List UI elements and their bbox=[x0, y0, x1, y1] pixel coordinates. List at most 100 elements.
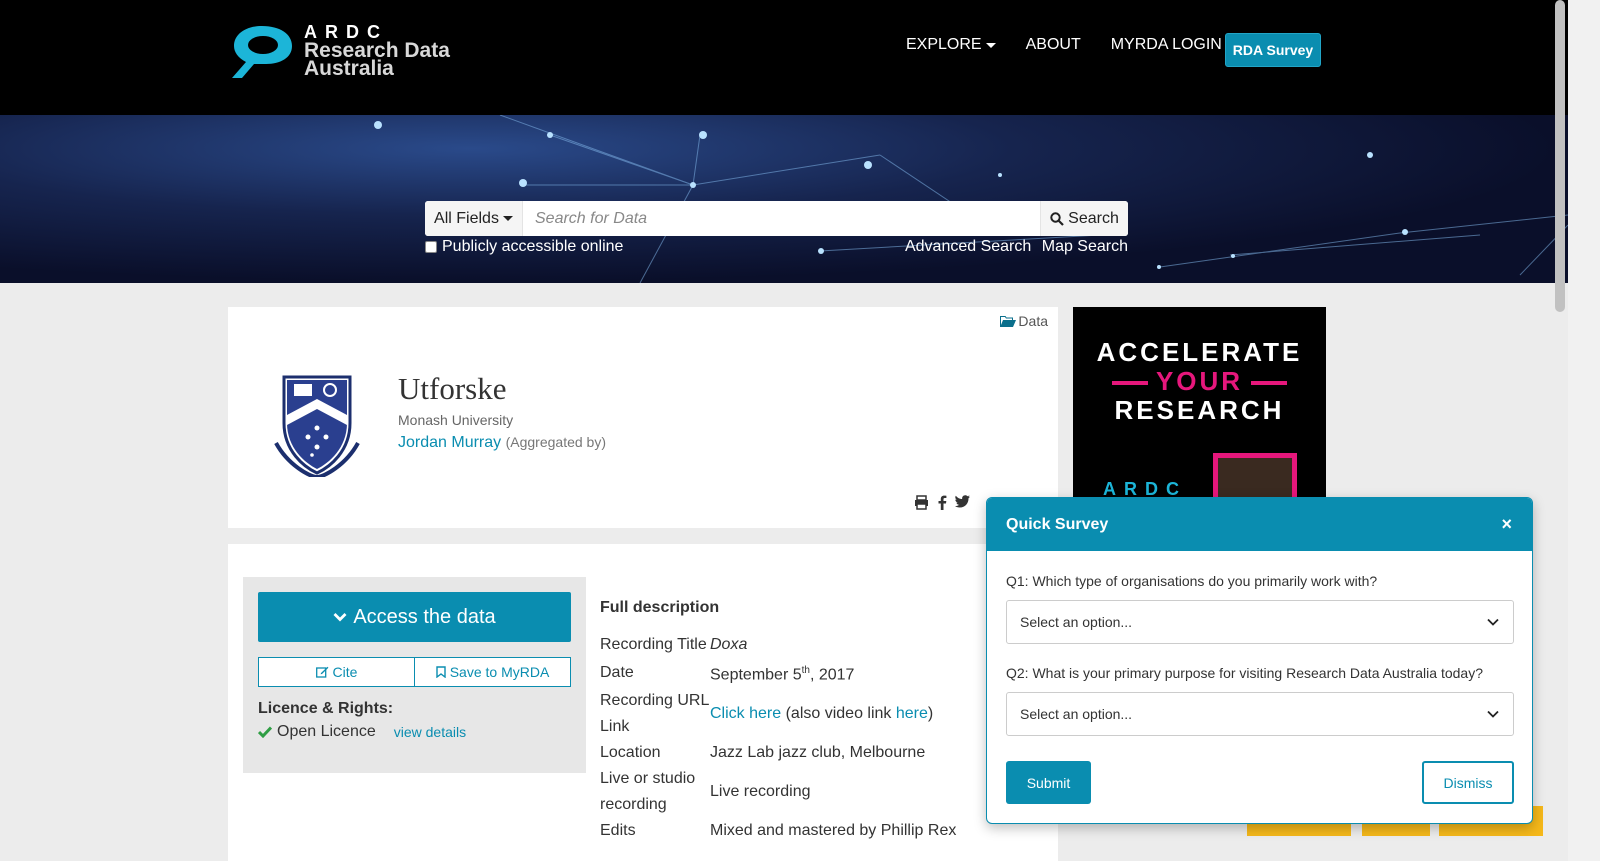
nav-myrda-login[interactable]: MYRDA LOGIN bbox=[1111, 36, 1222, 54]
logo-line-2: Australia bbox=[304, 57, 394, 80]
desc-label-line-1: Live or studio bbox=[600, 770, 696, 788]
record-type-label: Data bbox=[1018, 313, 1048, 329]
date-suffix: th bbox=[801, 665, 810, 676]
view-details-link[interactable]: view details bbox=[394, 724, 466, 740]
survey-dismiss-button[interactable]: Dismiss bbox=[1422, 761, 1514, 804]
contributor-link[interactable]: Jordan Murray bbox=[398, 434, 501, 451]
monash-crest-logo-icon bbox=[274, 375, 360, 477]
desc-value: Doxa bbox=[710, 636, 748, 653]
edit-icon bbox=[315, 666, 328, 678]
save-label: Save to MyRDA bbox=[449, 664, 550, 680]
desc-value: Mixed and mastered by Phillip Rex bbox=[710, 822, 957, 840]
desc-label: Recording Title bbox=[600, 636, 707, 653]
access-data-button[interactable]: Access the data bbox=[258, 592, 571, 642]
public-access-option[interactable]: Publicly accessible online bbox=[425, 238, 623, 256]
survey-q2-select[interactable]: Select an option... bbox=[1006, 692, 1514, 736]
cite-save-buttons: Cite Save to MyRDA bbox=[258, 657, 571, 687]
survey-q1-label: Q1: Which type of organisations do you p… bbox=[1006, 573, 1378, 589]
scrollbar-thumb[interactable] bbox=[1555, 0, 1565, 312]
access-panel: Access the data Cite Save to MyRDA Licen… bbox=[243, 577, 586, 773]
ad-line-3: RESEARCH bbox=[1114, 395, 1285, 425]
description-heading: Full description bbox=[600, 599, 720, 616]
desc-label-line-2: Link bbox=[600, 718, 630, 736]
survey-title: Quick Survey bbox=[1006, 515, 1109, 533]
search-links: Advanced Search Map Search bbox=[905, 238, 1128, 256]
rda-logo-mark-icon bbox=[232, 26, 292, 78]
quick-survey-modal: Quick Survey × Q1: Which type of organis… bbox=[986, 497, 1533, 824]
video-link[interactable]: here bbox=[896, 705, 928, 722]
desc-label: Edits bbox=[600, 822, 636, 840]
nav-about[interactable]: ABOUT bbox=[1026, 36, 1081, 54]
facebook-icon[interactable] bbox=[937, 495, 947, 510]
licence-row: Open Licence view details bbox=[258, 723, 466, 741]
bookmark-icon bbox=[436, 666, 446, 678]
public-access-label: Publicly accessible online bbox=[442, 238, 624, 255]
licence-heading: Licence & Rights: bbox=[258, 700, 394, 717]
desc-row: Live or studio recording Live recording bbox=[600, 766, 956, 818]
cite-button[interactable]: Cite bbox=[258, 657, 415, 687]
recording-url-link[interactable]: Click here bbox=[710, 705, 781, 722]
search-input[interactable] bbox=[523, 201, 1040, 236]
field-select-dropdown[interactable]: All Fields bbox=[425, 201, 523, 236]
desc-row: Location Jazz Lab jazz club, Melbourne bbox=[600, 740, 956, 766]
chevron-down-icon bbox=[1487, 618, 1499, 626]
nav-about-label: ABOUT bbox=[1025, 36, 1081, 53]
caret-down-icon bbox=[985, 42, 996, 48]
close-icon[interactable]: × bbox=[1501, 514, 1512, 535]
nav-explore-label: EXPLORE bbox=[906, 36, 982, 53]
record-type-tag: Data bbox=[1000, 313, 1048, 329]
save-to-myrda-button[interactable]: Save to MyRDA bbox=[415, 657, 571, 687]
search-bar: All Fields Search bbox=[425, 201, 1128, 236]
desc-label: Live or studio recording bbox=[600, 766, 710, 818]
rda-logo[interactable]: ARDC Research Data Australia bbox=[232, 22, 472, 82]
date-year: , 2017 bbox=[809, 666, 855, 684]
video-link-prefix: (also video link bbox=[781, 705, 896, 723]
chevron-down-icon bbox=[1487, 710, 1499, 718]
search-button-label: Search bbox=[1068, 209, 1119, 227]
chevron-down-icon bbox=[333, 613, 347, 622]
search-options: Publicly accessible online Advanced Sear… bbox=[425, 238, 1128, 256]
survey-q1-select[interactable]: Select an option... bbox=[1006, 600, 1514, 644]
main-nav: EXPLORE ABOUT MYRDA LOGIN bbox=[906, 36, 1252, 54]
q2-selected-value: Select an option... bbox=[1020, 706, 1133, 722]
desc-label: Date bbox=[600, 664, 634, 682]
ad-brand: ARDC bbox=[1103, 479, 1187, 497]
cite-label: Cite bbox=[332, 664, 358, 680]
caret-down-icon bbox=[502, 216, 513, 221]
access-data-label: Access the data bbox=[353, 605, 496, 628]
page-scrollbar[interactable] bbox=[1568, 0, 1600, 861]
public-access-checkbox[interactable] bbox=[425, 241, 437, 253]
twitter-icon[interactable] bbox=[955, 495, 970, 508]
top-navbar: ARDC Research Data Australia EXPLORE ABO… bbox=[0, 0, 1568, 115]
hero-banner bbox=[0, 115, 1568, 283]
nav-login-label: MYRDA LOGIN bbox=[1110, 36, 1222, 53]
checkmark-icon bbox=[258, 726, 272, 738]
record-title: Utforske bbox=[398, 371, 507, 406]
desc-label: Location bbox=[600, 744, 661, 762]
ad-line-1: ACCELERATE bbox=[1096, 337, 1303, 367]
survey-submit-button[interactable]: Submit bbox=[1006, 761, 1091, 804]
survey-header: Quick Survey × bbox=[987, 498, 1532, 551]
field-select-label: All Fields bbox=[434, 209, 499, 227]
desc-value: Click here (also video link here) bbox=[710, 701, 933, 727]
desc-value: September 5th, 2017 bbox=[710, 658, 854, 688]
desc-label-line-1: Recording URL bbox=[600, 692, 710, 710]
desc-value: Live recording bbox=[710, 783, 811, 801]
desc-row: Edits Mixed and mastered by Phillip Rex bbox=[600, 818, 956, 844]
logo-wordmark: Research Data Australia bbox=[304, 40, 450, 80]
print-icon[interactable] bbox=[914, 495, 929, 510]
search-button[interactable]: Search bbox=[1040, 201, 1128, 236]
date-day: September 5 bbox=[710, 666, 802, 684]
desc-label: Recording URL Link bbox=[600, 688, 710, 740]
map-search-link[interactable]: Map Search bbox=[1042, 238, 1128, 255]
accelerate-research-ad[interactable]: ACCELERATE YOUR RESEARCH ARDC bbox=[1073, 307, 1326, 497]
desc-value: Jazz Lab jazz club, Melbourne bbox=[710, 744, 926, 762]
search-icon bbox=[1050, 211, 1064, 226]
ad-photo-frame bbox=[1213, 453, 1297, 497]
desc-row: Recording URL Link Click here (also vide… bbox=[600, 688, 956, 740]
ad-dash-right bbox=[1251, 381, 1288, 386]
advanced-search-link[interactable]: Advanced Search bbox=[905, 238, 1031, 255]
nav-explore[interactable]: EXPLORE bbox=[906, 36, 996, 54]
survey-q2-label: Q2: What is your primary purpose for vis… bbox=[1006, 665, 1483, 681]
rda-survey-button[interactable]: RDA Survey bbox=[1225, 33, 1321, 67]
